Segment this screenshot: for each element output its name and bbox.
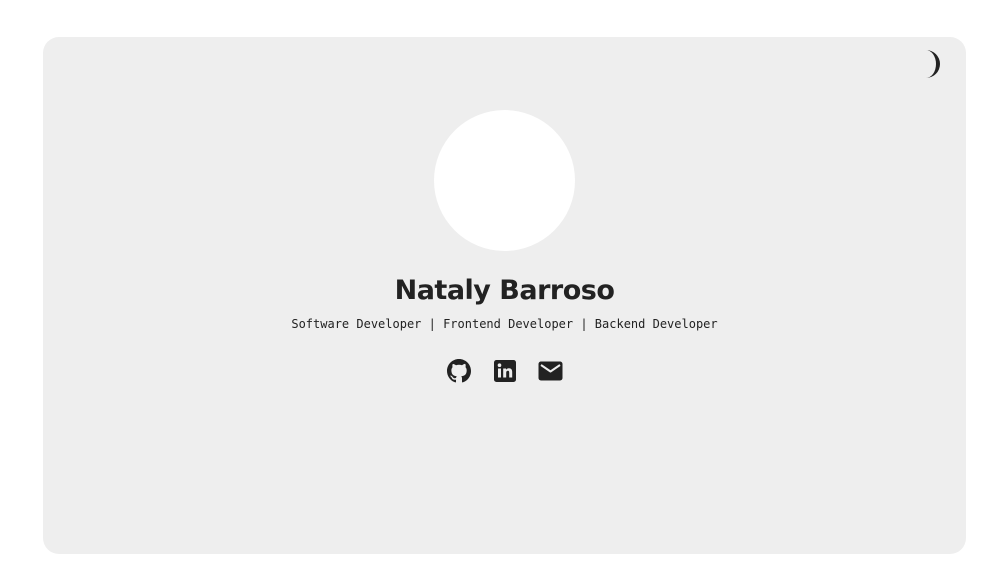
github-link[interactable] — [446, 358, 471, 388]
profile-subtitle: Software Developer | Frontend Developer … — [291, 317, 718, 331]
social-links — [43, 358, 966, 388]
github-icon — [446, 358, 471, 388]
profile-card: Nataly Barroso Software Developer | Fron… — [43, 37, 966, 554]
linkedin-link[interactable] — [492, 359, 517, 387]
moon-icon — [922, 49, 946, 84]
profile-name: Nataly Barroso — [394, 275, 615, 306]
linkedin-icon — [493, 359, 516, 387]
email-icon — [538, 361, 563, 386]
theme-toggle-button[interactable] — [917, 49, 951, 83]
email-link[interactable] — [538, 360, 563, 386]
avatar — [434, 110, 575, 251]
